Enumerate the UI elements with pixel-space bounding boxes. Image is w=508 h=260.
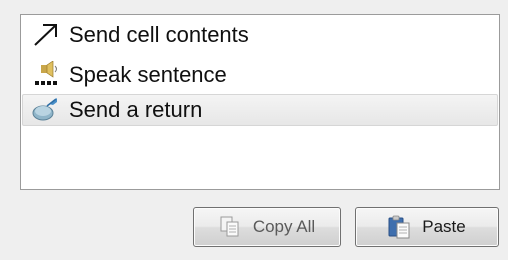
copy-icon bbox=[219, 215, 241, 239]
paste-icon bbox=[388, 215, 410, 239]
paste-label: Paste bbox=[422, 217, 466, 236]
return-send-icon bbox=[31, 96, 61, 124]
list-item-label: Send a return bbox=[69, 97, 203, 122]
commands-panel: Send cell contents Speak sentence Send a… bbox=[0, 0, 508, 260]
copy-all-button[interactable]: Copy All bbox=[193, 207, 341, 247]
list-item-label: Speak sentence bbox=[69, 62, 227, 87]
paste-button[interactable]: Paste bbox=[355, 207, 499, 247]
copy-all-label: Copy All bbox=[252, 217, 316, 236]
diagonal-arrow-icon bbox=[31, 21, 61, 49]
list-item-send-a-return[interactable]: Send a return bbox=[22, 94, 498, 126]
list-item-label: Send cell contents bbox=[69, 22, 249, 47]
speaker-icon bbox=[31, 61, 61, 89]
command-list[interactable]: Send cell contents Speak sentence Send a… bbox=[20, 14, 500, 190]
list-item-speak-sentence[interactable]: Speak sentence bbox=[22, 59, 498, 91]
list-item-send-cell-contents[interactable]: Send cell contents bbox=[22, 19, 498, 51]
